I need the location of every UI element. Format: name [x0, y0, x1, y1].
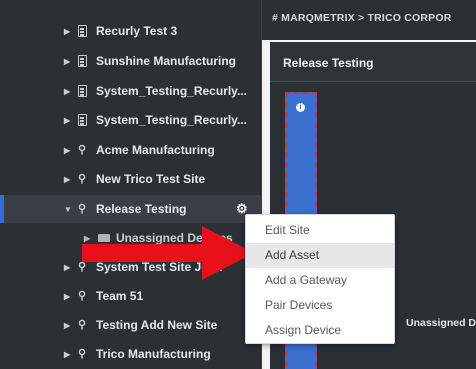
sidebar-item-label: New Trico Test Site: [96, 172, 206, 186]
expand-caret-icon[interactable]: ▶: [64, 292, 70, 301]
expand-caret-icon[interactable]: ▶: [64, 87, 70, 96]
sidebar-item-testing-add-new-site[interactable]: ▶ ⚲ Testing Add New Site: [0, 313, 262, 337]
sidebar-item-label: Sunshine Manufacturing: [96, 54, 237, 68]
menu-item-add-gateway[interactable]: Add a Gateway: [246, 268, 394, 293]
expand-caret-icon[interactable]: ▶: [64, 350, 70, 359]
map-pin-icon: ⚲: [78, 348, 87, 360]
menu-item-assign-device[interactable]: Assign Device: [246, 318, 394, 343]
sidebar-item-label: Release Testing: [96, 202, 187, 216]
sidebar-item-acme-manufacturing[interactable]: ▶ ⚲ Acme Manufacturing: [0, 138, 262, 162]
expand-caret-icon[interactable]: ▶: [64, 146, 70, 155]
site-tree-sidebar: ▶ Recurly Test 3 ▶ Sunshine Manufacturin…: [0, 0, 262, 369]
sidebar-item-new-trico-test-site[interactable]: ▶ ⚲ New Trico Test Site: [0, 167, 262, 191]
expand-caret-icon[interactable]: ▶: [64, 116, 70, 125]
menu-item-pair-devices[interactable]: Pair Devices: [246, 293, 394, 318]
top-header: # MARQMETRIX > TRICO CORPOR: [262, 0, 476, 40]
sidebar-item-sunshine-manufacturing[interactable]: ▶ Sunshine Manufacturing: [0, 49, 262, 73]
expand-caret-icon[interactable]: ▶: [64, 27, 70, 36]
sidebar-item-team-51[interactable]: ▶ ⚲ Team 51: [0, 284, 262, 308]
expand-caret-icon[interactable]: ▶: [64, 175, 70, 184]
unassigned-devices-label: Unassigned D: [406, 317, 476, 329]
sidebar-item-label: Trico Manufacturing: [96, 347, 211, 361]
map-pin-icon: ⚲: [78, 319, 87, 331]
sidebar-item-release-testing[interactable]: ▼ ⚲ Release Testing ⚙: [0, 195, 262, 223]
annotation-arrow-icon: [82, 226, 254, 280]
sidebar-item-system-testing-recurly-2[interactable]: ▶ System_Testing_Recurly...: [0, 108, 262, 132]
menu-item-edit-site[interactable]: Edit Site: [246, 218, 394, 243]
building-icon: [78, 25, 87, 37]
expand-caret-icon[interactable]: ▶: [64, 263, 70, 272]
context-menu: Edit Site Add Asset Add a Gateway Pair D…: [245, 214, 395, 344]
sidebar-item-label: Acme Manufacturing: [96, 143, 215, 157]
sidebar-item-label: Testing Add New Site: [96, 318, 218, 332]
sidebar-item-system-testing-recurly-1[interactable]: ▶ System_Testing_Recurly...: [0, 79, 262, 103]
sidebar-item-label: System_Testing_Recurly...: [96, 84, 247, 98]
sidebar-item-label: Team 51: [96, 289, 144, 303]
expand-caret-icon[interactable]: ▶: [64, 57, 70, 66]
breadcrumb[interactable]: # MARQMETRIX > TRICO CORPOR: [272, 12, 452, 24]
map-pin-icon: ⚲: [78, 290, 87, 302]
map-pin-icon: ⚲: [78, 173, 87, 185]
sidebar-item-label: Recurly Test 3: [96, 24, 178, 38]
map-pin-icon: ⚲: [78, 144, 87, 156]
map-pin-icon: ⚲: [78, 203, 87, 215]
building-icon: [78, 85, 87, 97]
expand-caret-icon[interactable]: ▶: [64, 321, 70, 330]
menu-item-add-asset[interactable]: Add Asset: [246, 243, 394, 268]
panel-title: Release Testing: [283, 56, 374, 70]
sidebar-item-label: System_Testing_Recurly...: [96, 113, 247, 127]
panel-header: Release Testing: [270, 42, 476, 82]
collapse-caret-icon[interactable]: ▼: [64, 205, 72, 214]
info-icon[interactable]: i: [296, 103, 305, 112]
sidebar-item-trico-manufacturing[interactable]: ▶ ⚲ Trico Manufacturing: [0, 342, 262, 366]
building-icon: [78, 55, 87, 67]
sidebar-item-recurly-test-3[interactable]: ▶ Recurly Test 3: [0, 19, 262, 43]
building-icon: [78, 114, 87, 126]
